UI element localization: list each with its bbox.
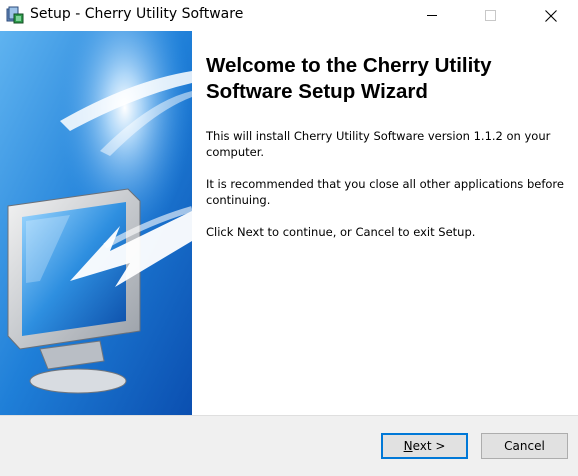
close-button[interactable]	[528, 0, 574, 31]
window-title: Setup - Cherry Utility Software	[30, 6, 244, 22]
maximize-icon	[484, 10, 496, 21]
wizard-banner-image	[0, 31, 192, 415]
next-mnemonic: N	[403, 439, 413, 453]
maximize-button[interactable]	[467, 0, 513, 31]
monitor-illustration	[0, 31, 192, 415]
close-apps-recommendation-text: It is recommended that you close all oth…	[206, 177, 564, 207]
close-icon	[545, 9, 557, 22]
minimize-button[interactable]	[409, 0, 455, 31]
setup-window: Setup - Cherry Utility Software Welcome …	[0, 0, 578, 476]
minimize-icon	[427, 15, 437, 16]
next-or-cancel-instruction-text: Click Next to continue, or Cancel to exi…	[206, 225, 476, 239]
install-info-text: This will install Cherry Utility Softwar…	[206, 129, 551, 159]
title-bar[interactable]: Setup - Cherry Utility Software	[0, 0, 578, 31]
next-label: ext >	[412, 439, 446, 453]
next-button[interactable]: Next >	[381, 433, 468, 459]
installer-icon	[6, 6, 24, 24]
wizard-heading: Welcome to the Cherry Utility Software S…	[206, 54, 492, 103]
cancel-button[interactable]: Cancel	[481, 433, 568, 459]
